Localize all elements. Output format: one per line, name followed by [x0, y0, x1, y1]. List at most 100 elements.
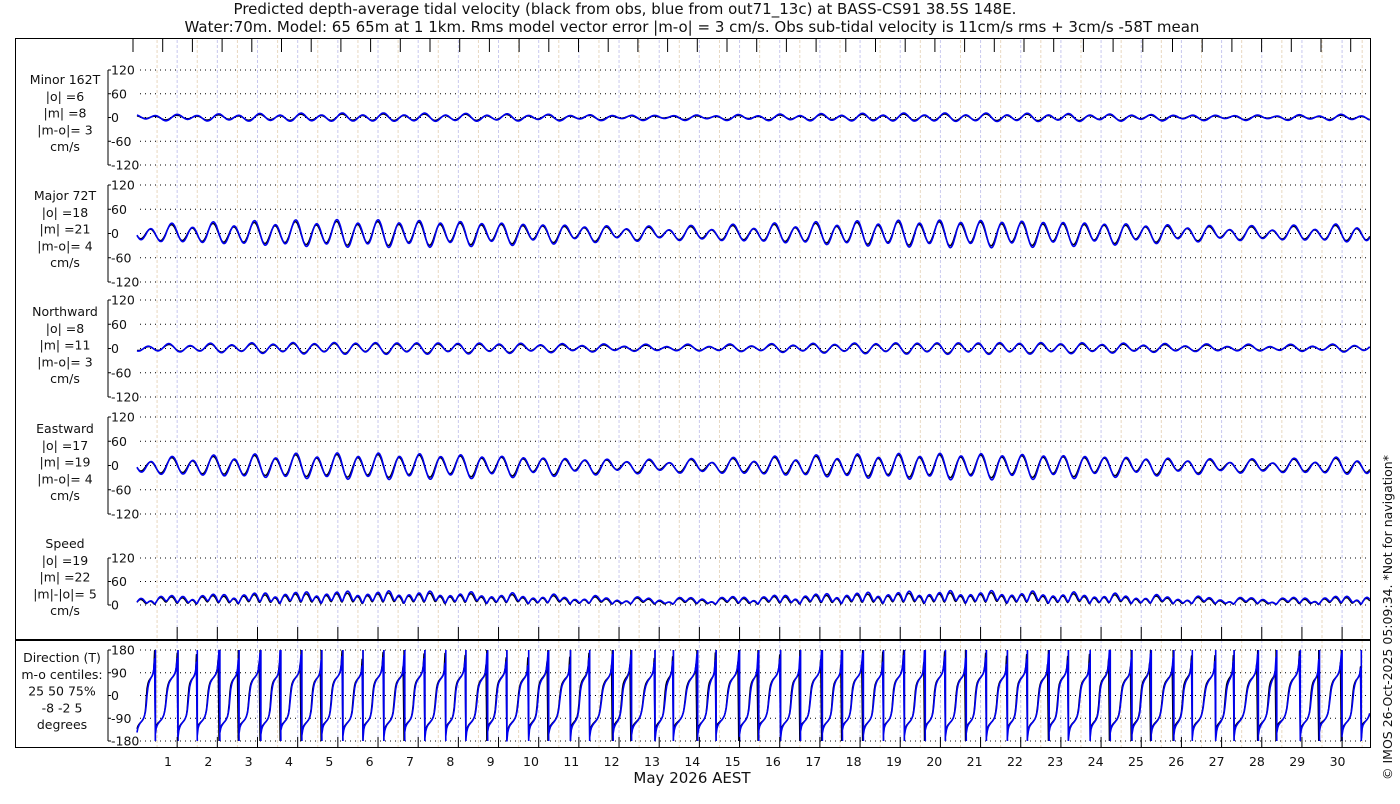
panel-label: cm/s	[50, 139, 80, 154]
panel-label: Minor 162T	[30, 72, 101, 87]
y-tick-label: -60	[111, 482, 131, 497]
panel-label: |m| =8	[44, 106, 87, 121]
chart-title-line2: Water:70m. Model: 65 65m at 1 1km. Rms m…	[185, 18, 1200, 36]
model-series-line	[136, 112, 1371, 123]
y-tick-label: -180	[111, 734, 139, 749]
x-tick-label: 3	[245, 754, 253, 769]
panel-label: |m-o|= 3	[37, 122, 92, 137]
y-tick-label: 60	[111, 434, 127, 449]
y-tick-label: 0	[111, 598, 119, 613]
y-tick-label: 60	[111, 317, 127, 332]
panel-label: |m-o|= 3	[37, 354, 92, 369]
model-series-line	[136, 649, 1371, 742]
y-tick-label: -60	[111, 365, 131, 380]
x-tick-label: 14	[684, 754, 700, 769]
tidal-velocity-chart: Predicted depth-average tidal velocity (…	[15, 0, 1395, 787]
x-tick-label: 5	[325, 754, 333, 769]
panel-label: |m-o|= 4	[37, 238, 92, 253]
panel-label: |o| =6	[46, 89, 85, 104]
panel-minor: Minor 162T |o| =6 |m| =8|m-o|= 3 cm/s 120 60 0…	[30, 63, 1371, 173]
panel-label: Major 72T	[34, 188, 97, 203]
panel-major: Major 72T |o| =18 |m| =21|m-o|= 4 cm/s 120 60…	[34, 178, 1371, 290]
panel-label: Eastward	[36, 421, 94, 436]
x-tick-label: 4	[285, 754, 293, 769]
x-tick-label: 27	[1209, 754, 1225, 769]
y-tick-label: 120	[111, 551, 135, 566]
x-tick-label: 16	[765, 754, 781, 769]
model-series-line	[136, 341, 1371, 356]
panel-north: Northward |o| =8 |m| =11|m-o|= 3 cm/s 120 60 0…	[32, 293, 1371, 405]
y-tick-label: 60	[111, 86, 127, 101]
panel-label: cm/s	[50, 371, 80, 386]
y-tick-label: 120	[111, 410, 135, 425]
x-tick-label: 18	[846, 754, 862, 769]
x-tick-label: 2	[204, 754, 212, 769]
watermark: © IMOS 26-Oct-2025 05:09:34. *Not for na…	[1380, 455, 1395, 780]
x-tick-label: 30	[1330, 754, 1346, 769]
panel-label: 25 50 75%	[28, 684, 96, 699]
panel-east: Eastward |o| =17 |m| =19|m-o|= 4 cm/s 120 60 0…	[36, 410, 1371, 522]
x-tick-label: 19	[886, 754, 902, 769]
x-tick-label: 10	[523, 754, 539, 769]
x-tick-label: 8	[446, 754, 454, 769]
panel-label: |o| =18	[42, 205, 88, 220]
x-tick-label: 13	[644, 754, 660, 769]
y-tick-label: -120	[111, 275, 139, 290]
panel-label: |o| =19	[42, 553, 88, 568]
panel-direction: Direction (T) m-o centiles: 25 50 75%-8 -2…	[21, 643, 1371, 749]
y-tick-label: 120	[111, 293, 135, 308]
y-tick-label: 0	[111, 341, 119, 356]
model-series-line	[136, 218, 1371, 249]
model-series-line	[136, 452, 1371, 481]
x-tick-label: 15	[725, 754, 741, 769]
panel-label: cm/s	[50, 488, 80, 503]
y-tick-label: 0	[111, 110, 119, 125]
y-tick-label: 0	[111, 688, 119, 703]
y-tick-label: -120	[111, 158, 139, 173]
y-tick-label: 180	[111, 643, 135, 658]
panel-label: |m| =21	[40, 222, 91, 237]
y-tick-label: -60	[111, 134, 131, 149]
y-tick-label: -60	[111, 250, 131, 265]
x-tick-label: 28	[1249, 754, 1265, 769]
x-tick-label: 29	[1289, 754, 1305, 769]
chart-title-line1: Predicted depth-average tidal velocity (…	[234, 0, 1017, 19]
x-tick-label: 22	[1007, 754, 1023, 769]
x-tick-label: 24	[1088, 754, 1104, 769]
panel-label: |m| =11	[40, 338, 91, 353]
x-tick-label: 9	[487, 754, 495, 769]
panel-label: |m|-|o|= 5	[33, 586, 97, 601]
panel-label: |m| =22	[40, 570, 91, 585]
plot-frame	[15, 38, 1371, 748]
x-tick-label: 1	[164, 754, 172, 769]
y-tick-label: 0	[111, 226, 119, 241]
panel-label: |o| =17	[42, 438, 88, 453]
x-tick-label: 20	[926, 754, 942, 769]
panel-label: |m| =19	[40, 455, 91, 470]
x-axis-label: May 2026 AEST	[633, 769, 751, 787]
x-tick-label: 21	[967, 754, 983, 769]
panel-speed: Speed |o| =19 |m| =22|m|-|o|= 5 cm/s 120 60 0	[33, 536, 1371, 618]
panel-label: cm/s	[50, 603, 80, 618]
panel-label: Northward	[32, 304, 98, 319]
x-axis: 1 2 3 4 5 6 7 8 9 10 11 12 13 14 15 16 17 18 19 20 21 22 23 24 2…	[132, 38, 1352, 769]
x-tick-label: 23	[1047, 754, 1063, 769]
panel-label: |o| =8	[46, 321, 85, 336]
panel-label: Speed	[45, 536, 84, 551]
model-series-line	[136, 589, 1371, 606]
x-tick-label: 26	[1168, 754, 1184, 769]
panels: Minor 162T|o| =6|m| =8|m-o|= 3cm/s120600…	[21, 63, 1371, 749]
x-tick-label: 17	[805, 754, 821, 769]
obs-series-line	[136, 342, 1371, 354]
y-tick-label: -90	[111, 711, 131, 726]
panel-label: m-o centiles:	[21, 667, 102, 682]
x-tick-label: 25	[1128, 754, 1144, 769]
y-tick-label: 120	[111, 63, 135, 78]
y-tick-label: 0	[111, 458, 119, 473]
panel-label: cm/s	[50, 255, 80, 270]
x-tick-label: 7	[406, 754, 414, 769]
y-tick-label: 90	[111, 665, 127, 680]
panel-label: Direction (T)	[23, 650, 101, 665]
y-tick-label: -120	[111, 390, 139, 405]
y-tick-label: 120	[111, 178, 135, 193]
